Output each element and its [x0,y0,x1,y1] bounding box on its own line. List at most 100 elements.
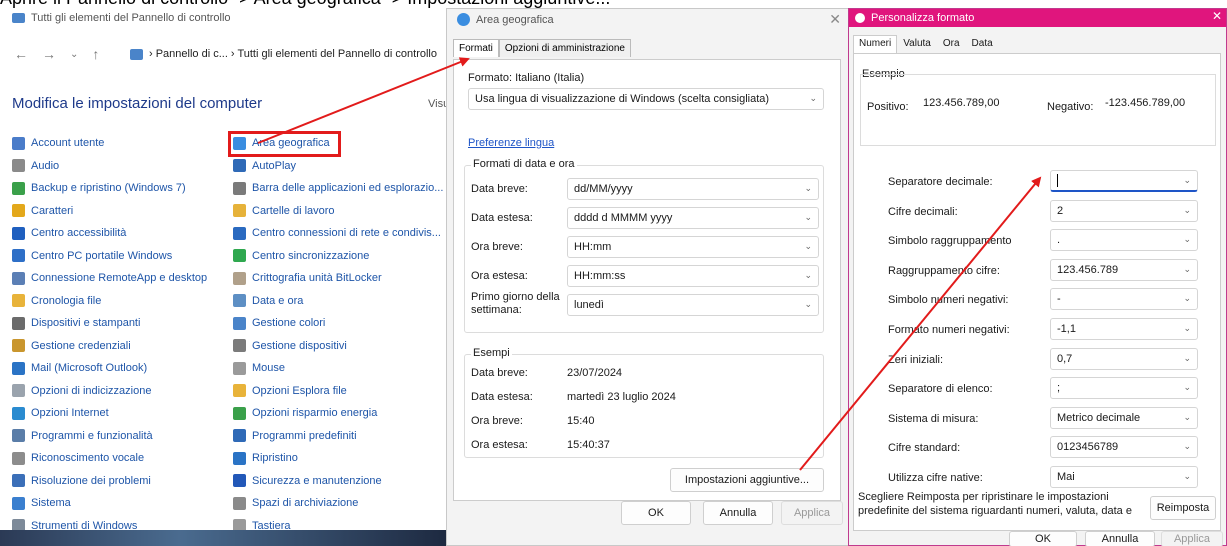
setting-label: Cifre standard: [888,442,961,455]
positive-label: Positivo: [867,101,909,113]
control-panel-item-icon [12,429,25,443]
personalizza-titlebar: Personalizza formato ✕ [849,9,1226,27]
short-time-select[interactable]: HH:mm ⌄ [567,236,819,258]
control-panel-item[interactable]: Account utente [12,132,207,155]
control-panel-icon [12,13,25,23]
control-panel-item[interactable]: Caratteri [12,200,207,223]
control-panel-item[interactable]: Riconoscimento vocale [12,447,207,470]
apply-button[interactable]: Applica [781,501,843,525]
control-panel-item-label: Account utente [31,137,105,150]
setting-select[interactable]: -1,1 ⌄ [1050,318,1198,340]
control-panel-item[interactable]: Cronologia file [12,290,207,313]
setting-label: Zeri iniziali: [888,353,944,366]
control-panel-item[interactable]: Ripristino [233,447,443,470]
setting-label: Utilizza cifre native: [888,472,983,484]
ok-button[interactable]: OK [621,501,691,525]
control-panel-item[interactable]: Audio [12,155,207,178]
additional-settings-button[interactable]: Impostazioni aggiuntive... [670,468,824,492]
setting-select[interactable]: . ⌄ [1050,229,1198,252]
format-select[interactable]: Usa lingua di visualizzazione di Windows… [468,88,824,110]
control-panel-item[interactable]: Risoluzione dei problemi [12,470,207,493]
short-date-select[interactable]: dd/MM/yyyy ⌄ [567,178,819,200]
control-panel-item[interactable]: Connessione RemoteApp e desktop [12,267,207,290]
control-panel-item[interactable]: Gestione credenziali [12,335,207,358]
control-panel-item-label: Mail (Microsoft Outlook) [31,362,148,375]
long-date-select[interactable]: dddd d MMMM yyyy ⌄ [567,207,819,229]
control-panel-item-icon [12,136,25,150]
tab-formati[interactable]: Formati [453,39,499,57]
long-time-select[interactable]: HH:mm:ss ⌄ [567,265,819,287]
control-panel-item[interactable]: Programmi e funzionalità [12,425,207,448]
control-panel-item[interactable]: Mail (Microsoft Outlook) [12,357,207,380]
control-panel-item-icon [233,294,246,308]
back-arrow-icon[interactable]: ← [14,46,28,62]
control-panel-item[interactable]: Crittografia unità BitLocker [233,267,443,290]
setting-select[interactable]: - ⌄ [1050,288,1198,311]
tab-ora[interactable]: Ora [937,35,966,53]
ok-button[interactable]: OK [1009,531,1077,546]
control-panel-item[interactable]: Sistema [12,492,207,515]
setting-label: Cifre decimali: [888,205,958,218]
control-panel-item[interactable]: Opzioni risparmio energia [233,402,443,425]
control-panel-item[interactable]: Opzioni Internet [12,402,207,425]
control-panel-item[interactable]: Sicurezza e manutenzione [233,470,443,493]
control-panel-item[interactable]: Centro PC portatile Windows [12,245,207,268]
control-panel-item-label: Opzioni risparmio energia [252,407,378,420]
control-panel-item[interactable]: Data e ora [233,290,443,313]
setting-select[interactable]: Metrico decimale ⌄ [1050,406,1198,429]
first-day-select[interactable]: lunedì ⌄ [567,294,819,316]
control-panel-item[interactable]: Backup e ripristino (Windows 7) [12,177,207,200]
control-panel-item[interactable]: Centro accessibilità [12,222,207,245]
examples-group: Esempi Data breve: 23/07/2024 Data estes… [464,347,824,458]
control-panel-title: Tutti gli elementi del Pannello di contr… [31,12,231,24]
setting-select[interactable]: 0123456789 ⌄ [1050,436,1198,459]
up-arrow-icon[interactable]: ↑ [92,46,99,62]
settings-icon [855,13,865,23]
setting-select[interactable]: 123.456.789 ⌄ [1050,258,1198,281]
setting-select[interactable]: ; ⌄ [1050,377,1198,400]
chevron-down-icon: ⌄ [804,270,812,280]
control-panel-item[interactable]: Centro sincronizzazione [233,245,443,268]
apply-button[interactable]: Applica [1161,531,1223,546]
control-panel-item[interactable]: Gestione colori [233,312,443,335]
view-by-label: Visu [428,98,448,110]
control-panel-item[interactable]: Opzioni Esplora file [233,380,443,403]
control-panel-item[interactable]: Barra delle applicazioni ed esplorazio..… [233,177,443,200]
control-panel-item-label: Riconoscimento vocale [31,452,145,465]
cancel-button[interactable]: Annulla [703,501,773,525]
language-preferences-link[interactable]: Preferenze lingua [468,137,554,149]
control-panel-item[interactable]: Opzioni di indicizzazione [12,380,207,403]
tab-numeri[interactable]: Numeri [853,35,898,53]
tab-valuta[interactable]: Valuta [897,35,937,53]
setting-select[interactable]: 0,7 ⌄ [1050,347,1198,370]
personalizza-title: Personalizza formato [871,12,975,24]
forward-arrow-icon[interactable]: → [42,46,56,62]
control-panel-item-icon [12,159,25,173]
close-icon[interactable]: ✕ [1212,9,1222,23]
control-panel-item[interactable]: Mouse [233,357,443,380]
setting-select[interactable]: 2 ⌄ [1050,199,1198,222]
control-panel-item-label: Barra delle applicazioni ed esplorazio..… [252,182,444,195]
area-geografica-title: Area geografica [476,13,554,26]
cancel-button[interactable]: Annulla [1085,531,1155,546]
control-panel-item[interactable]: Dispositivi e stampanti [12,312,207,335]
control-panel-item[interactable]: Spazi di archiviazione [233,492,443,515]
chevron-down-icon: ⌄ [1183,441,1191,452]
control-panel-item[interactable]: Centro connessioni di rete e condivis... [233,222,443,245]
control-panel-item[interactable]: AutoPlay [233,155,443,178]
control-panel-item[interactable]: Cartelle di lavoro [233,200,443,223]
address-bar[interactable]: › Pannello di c... › Tutti gli elementi … [130,42,448,66]
tab-data[interactable]: Data [966,35,999,53]
reset-button[interactable]: Reimposta [1150,496,1216,520]
control-panel-item[interactable]: Gestione dispositivi [233,335,443,358]
tab-opzioni-amministrazione[interactable]: Opzioni di amministrazione [498,39,631,57]
recent-chevron-icon[interactable]: ⌄ [70,49,78,60]
close-icon[interactable]: ✕ [829,11,841,28]
control-panel-item-icon [12,294,25,308]
setting-select[interactable]: ⌄ [1050,170,1198,192]
setting-select[interactable]: Mai ⌄ [1050,466,1198,488]
setting-label: Sistema di misura: [888,412,979,425]
setting-value: 0123456789 [1057,441,1119,454]
control-panel-item[interactable]: Programmi predefiniti [233,425,443,448]
example-label: Ora estesa: [471,439,528,451]
